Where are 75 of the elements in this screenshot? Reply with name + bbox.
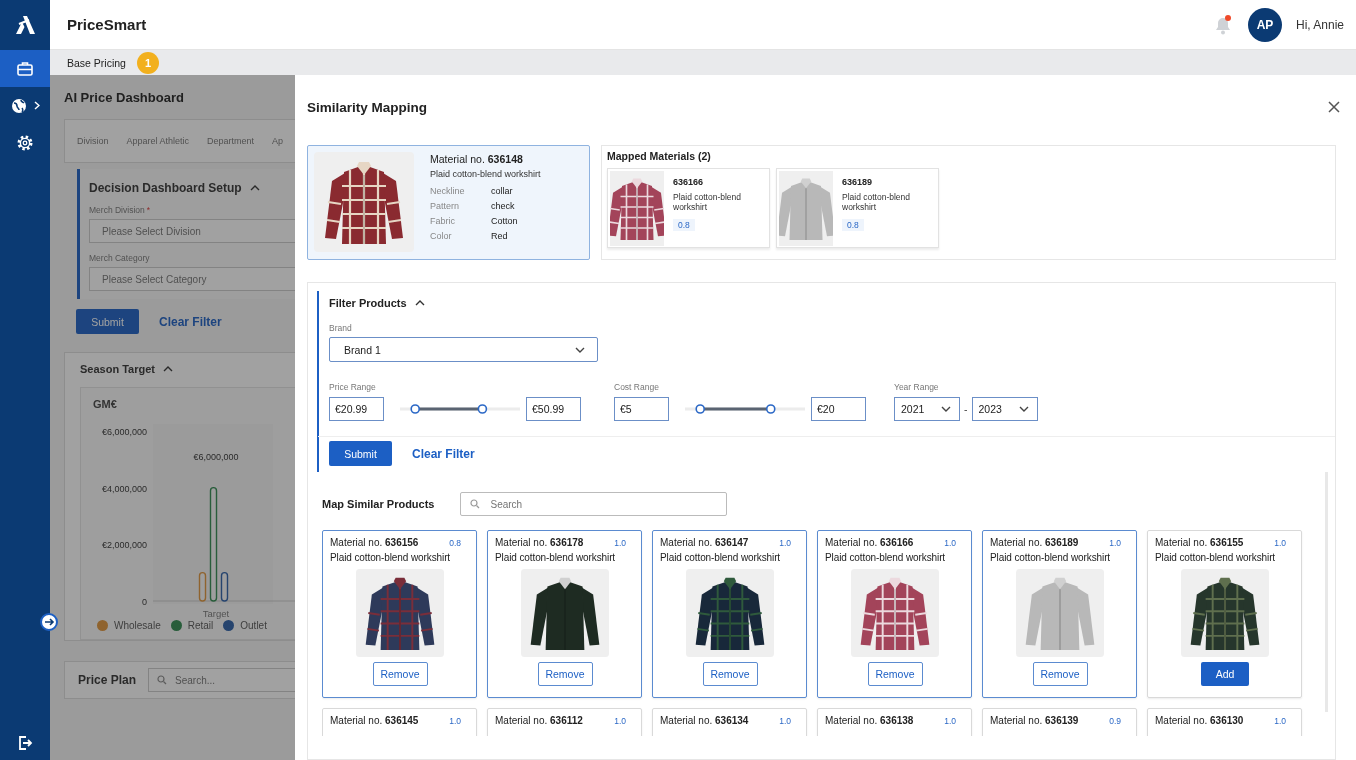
axis-label: 0 [142, 597, 147, 607]
material-title: Material no. 636155 [1155, 537, 1244, 548]
field-label: Year Range [894, 382, 940, 392]
axis-label: Target [202, 608, 230, 619]
attribute-label: Color [430, 231, 453, 241]
material-title: Material no. 636148 [430, 153, 524, 165]
score-badge: 0.8 [842, 218, 864, 231]
material-description: Plaid cotton-blend workshirt [825, 552, 947, 563]
score-label: 1.0 [449, 715, 462, 726]
material-description: Plaid cotton-blend workshirt [842, 193, 912, 213]
score-label: 0.8 [449, 537, 462, 548]
score-badge: 0.8 [673, 218, 695, 231]
material-description: Plaid cotton-blend workshirt [990, 552, 1112, 563]
score-label: 1.0 [1274, 537, 1287, 548]
material-title: Material no. 636156 [330, 537, 419, 548]
material-title: Material no. 636178 [495, 537, 584, 548]
attribute-value: Red [491, 231, 509, 241]
score-label: 1.0 [779, 537, 792, 548]
material-description: Plaid cotton-blend workshirt [495, 552, 617, 563]
material-title: Material no. 636166 [825, 537, 914, 548]
material-title: Material no. 636130 [1155, 715, 1244, 726]
legend-label: Outlet [240, 620, 267, 631]
material-number: 636166 [673, 177, 705, 187]
legend-label: Wholesale [114, 620, 161, 631]
attribute-value: check [491, 201, 516, 211]
field-label: Cost Range [614, 382, 660, 392]
section-title: Map Similar Products [322, 498, 435, 510]
required-mark: * [146, 205, 151, 215]
material-title: Material no. 636147 [660, 537, 749, 548]
field-label: Brand [329, 323, 353, 333]
material-number: 636189 [842, 177, 874, 187]
score-label: 0.9 [1109, 715, 1122, 726]
chart-title: GM€ [93, 398, 117, 410]
material-title: Material no. 636134 [660, 715, 749, 726]
axis-label: €6,000,000 [101, 427, 147, 437]
step-badge: 1 [136, 51, 159, 74]
attribute-value: Cotton [491, 216, 519, 226]
attribute-label: Pattern [430, 201, 461, 211]
material-description: Plaid cotton-blend workshirt [430, 169, 541, 179]
axis-label: €4,000,000 [101, 483, 147, 494]
score-label: 1.0 [944, 537, 957, 548]
material-title: Material no. 636112 [495, 715, 583, 726]
material-title: Material no. 636145 [330, 715, 419, 726]
section-title: Season Target [80, 363, 155, 375]
score-label: 1.0 [614, 537, 627, 548]
section-title: Decision Dashboard Setup [89, 181, 242, 195]
data-label: €6,000,000 [193, 452, 239, 462]
section-title: Price Plan [78, 673, 137, 687]
app-title: PriceSmart [67, 16, 147, 33]
axis-label: €2,000,000 [101, 540, 147, 551]
field-label: Merch Division [89, 205, 145, 215]
material-description: Plaid cotton-blend workshirt [330, 552, 452, 563]
material-title: Material no. 636139 [990, 715, 1079, 726]
material-title: Material no. 636189 [990, 537, 1079, 548]
user-greeting: Hi, Annie [1295, 17, 1344, 32]
score-label: 1.0 [1274, 715, 1287, 726]
material-description: Plaid cotton-blend workshirt [673, 193, 743, 213]
attribute-label: Neckline [430, 186, 466, 196]
range-separator: - [964, 403, 968, 415]
field-label: Price Range [329, 382, 377, 392]
score-label: 1.0 [944, 715, 957, 726]
score-label: 1.0 [1109, 537, 1122, 548]
material-description: Plaid cotton-blend workshirt [1155, 552, 1277, 563]
score-label: 1.0 [614, 715, 627, 726]
attribute-value: collar [491, 186, 514, 196]
page-title: AI Price Dashboard [64, 90, 185, 105]
attribute-label: Fabric [430, 216, 456, 226]
material-description: Plaid cotton-blend workshirt [660, 552, 782, 563]
panel-title: Mapped Materials (2) [607, 150, 712, 162]
section-title: Filter Products [329, 297, 407, 309]
dialog-title: Similarity Mapping [307, 99, 428, 115]
material-title: Material no. 636138 [825, 715, 914, 726]
legend-label: Retail [187, 620, 214, 631]
field-label: Merch Category [89, 253, 150, 263]
score-label: 1.0 [779, 715, 792, 726]
